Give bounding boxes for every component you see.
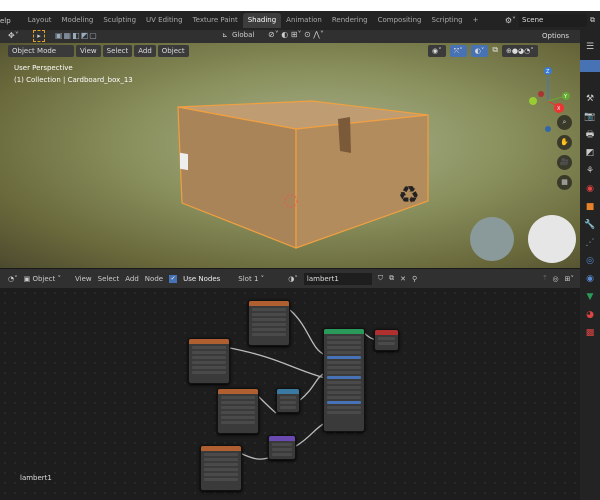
node-canvas[interactable]: lambert1: [0, 288, 580, 500]
node-view-menu[interactable]: View: [75, 275, 92, 283]
texture-icon[interactable]: ▩: [583, 326, 597, 340]
outliner-selected-row[interactable]: [580, 60, 600, 72]
object-props-icon[interactable]: ■: [583, 200, 597, 214]
hdri-preview-sphere: [470, 217, 514, 261]
recycle-icon: ♻: [398, 181, 420, 209]
particles-icon[interactable]: ⋰: [583, 236, 597, 250]
output-icon[interactable]: 🖶: [583, 128, 597, 142]
material-icon[interactable]: ◕: [583, 308, 597, 322]
node-link: [295, 422, 326, 447]
select-tool-icon[interactable]: ▸: [33, 30, 45, 42]
constraints-icon[interactable]: ◉: [583, 272, 597, 286]
white-preview-sphere: [528, 215, 576, 263]
outliner-icon[interactable]: ☰: [583, 40, 597, 54]
material-output-node[interactable]: [374, 329, 399, 351]
properties-tabs: ☰ ⚒ 📷 🖶 ◩ ⚘ ◉ ■ 🔧 ⋰ ◎ ◉ ▼ ◕ ▩: [580, 30, 600, 500]
physics-icon[interactable]: ◎: [583, 254, 597, 268]
material-name-field[interactable]: lambert1: [303, 272, 372, 285]
use-nodes-checkbox[interactable]: ✓: [169, 274, 178, 283]
world-icon[interactable]: ◉: [583, 182, 597, 196]
image-texture-node[interactable]: [188, 338, 230, 384]
render-icon[interactable]: 📷: [583, 110, 597, 124]
principled-bsdf-node[interactable]: [323, 328, 365, 432]
grid-perspective-icon[interactable]: ▦: [557, 175, 572, 190]
image-texture-node[interactable]: [217, 388, 259, 434]
scene-field[interactable]: Scene: [519, 14, 587, 27]
pin-icon[interactable]: ⚲: [412, 275, 417, 283]
snap-icon[interactable]: ⊘˅ ◐ ⊞˅ ⊙ ⋀˅: [268, 30, 324, 39]
scene-props-icon[interactable]: ⚘: [583, 164, 597, 178]
tape: [338, 117, 351, 153]
zoom-icon[interactable]: ⌕: [557, 115, 572, 130]
scene-render: ♻ Z X Y: [177, 67, 576, 263]
material-name-label: lambert1: [20, 474, 52, 482]
tool-settings-bar: ✥˅ ▸ ▣▦◧◩▢ ⊾ Global ⊘˅ ◐ ⊞˅ ⊙ ⋀˅ Options: [0, 30, 580, 43]
data-icon[interactable]: ▼: [583, 290, 597, 304]
use-nodes-label: Use Nodes: [183, 274, 221, 283]
pan-hand-icon[interactable]: ✋: [557, 135, 572, 150]
duplicate-material-icon[interactable]: ⧉: [389, 274, 394, 283]
help-menu[interactable]: elp: [0, 17, 23, 25]
box-label: [180, 152, 188, 171]
camera-icon[interactable]: 🎥: [557, 155, 572, 170]
modifier-icon[interactable]: 🔧: [583, 218, 597, 232]
parent-node-icon[interactable]: ⤒: [543, 274, 546, 283]
tab-texture-paint[interactable]: Texture Paint: [188, 13, 243, 28]
tab-animation[interactable]: Animation: [281, 13, 327, 28]
image-texture-node[interactable]: [200, 445, 242, 491]
editor-type-icon[interactable]: ◔˅: [8, 275, 18, 283]
fake-user-icon[interactable]: ⛉: [378, 274, 383, 283]
tool-icon[interactable]: ⚒: [583, 92, 597, 106]
image-texture-node[interactable]: [248, 300, 290, 346]
node-select-menu[interactable]: Select: [98, 275, 120, 283]
shader-type-dropdown[interactable]: ▣ Object ˅: [24, 275, 61, 283]
tab-layout[interactable]: Layout: [23, 13, 57, 28]
node-snap-mode-icon[interactable]: ⊞˅: [565, 275, 574, 283]
tab-modeling[interactable]: Modeling: [57, 13, 99, 28]
3d-viewport[interactable]: Object Mode View Select Add Object ◉˅ ⤧˅ ◐…: [0, 43, 580, 268]
node-link: [289, 309, 326, 356]
transform-pivot-icon[interactable]: ✥˅: [8, 31, 19, 40]
svg-text:Z: Z: [546, 69, 550, 75]
invert-node[interactable]: [276, 388, 300, 413]
svg-text:X: X: [557, 106, 561, 112]
new-scene-icon[interactable]: ⧉: [590, 16, 600, 25]
slot-dropdown[interactable]: Slot 1 ˅: [238, 275, 282, 283]
node-link: [229, 347, 326, 379]
unlink-icon[interactable]: ✕: [400, 275, 406, 283]
scene-icon[interactable]: ⚙˅: [505, 16, 516, 25]
options-dropdown[interactable]: Options: [538, 30, 574, 42]
selection-mode-icons[interactable]: ▣▦◧◩▢: [55, 31, 98, 40]
view-layer-icon[interactable]: ◩: [583, 146, 597, 160]
tab-sculpting[interactable]: Sculpting: [98, 13, 141, 28]
node-link: [239, 452, 269, 460]
add-workspace-button[interactable]: +: [468, 13, 484, 28]
workspace-tabs-bar: elp Layout Modeling Sculpting UV Editing…: [0, 11, 600, 30]
tab-uv-editing[interactable]: UV Editing: [141, 13, 188, 28]
orientation-dropdown[interactable]: Global: [232, 31, 254, 39]
snap-node-icon[interactable]: ◎: [553, 275, 559, 283]
node-node-menu[interactable]: Node: [145, 275, 163, 283]
normal-map-node[interactable]: [268, 435, 296, 460]
tab-rendering[interactable]: Rendering: [327, 13, 373, 28]
transform-orientation-icon: ⊾: [222, 31, 228, 39]
node-link: [257, 395, 277, 414]
tab-shading[interactable]: Shading: [242, 13, 282, 28]
node-editor-header: ◔˅ ▣ Object ˅ View Select Add Node ✓ Use…: [0, 268, 580, 288]
node-add-menu[interactable]: Add: [125, 275, 139, 283]
cardboard-box-front: [177, 106, 297, 249]
tab-scripting[interactable]: Scripting: [427, 13, 468, 28]
tab-compositing[interactable]: Compositing: [373, 13, 427, 28]
material-browse-icon[interactable]: ◑˅: [288, 275, 298, 283]
